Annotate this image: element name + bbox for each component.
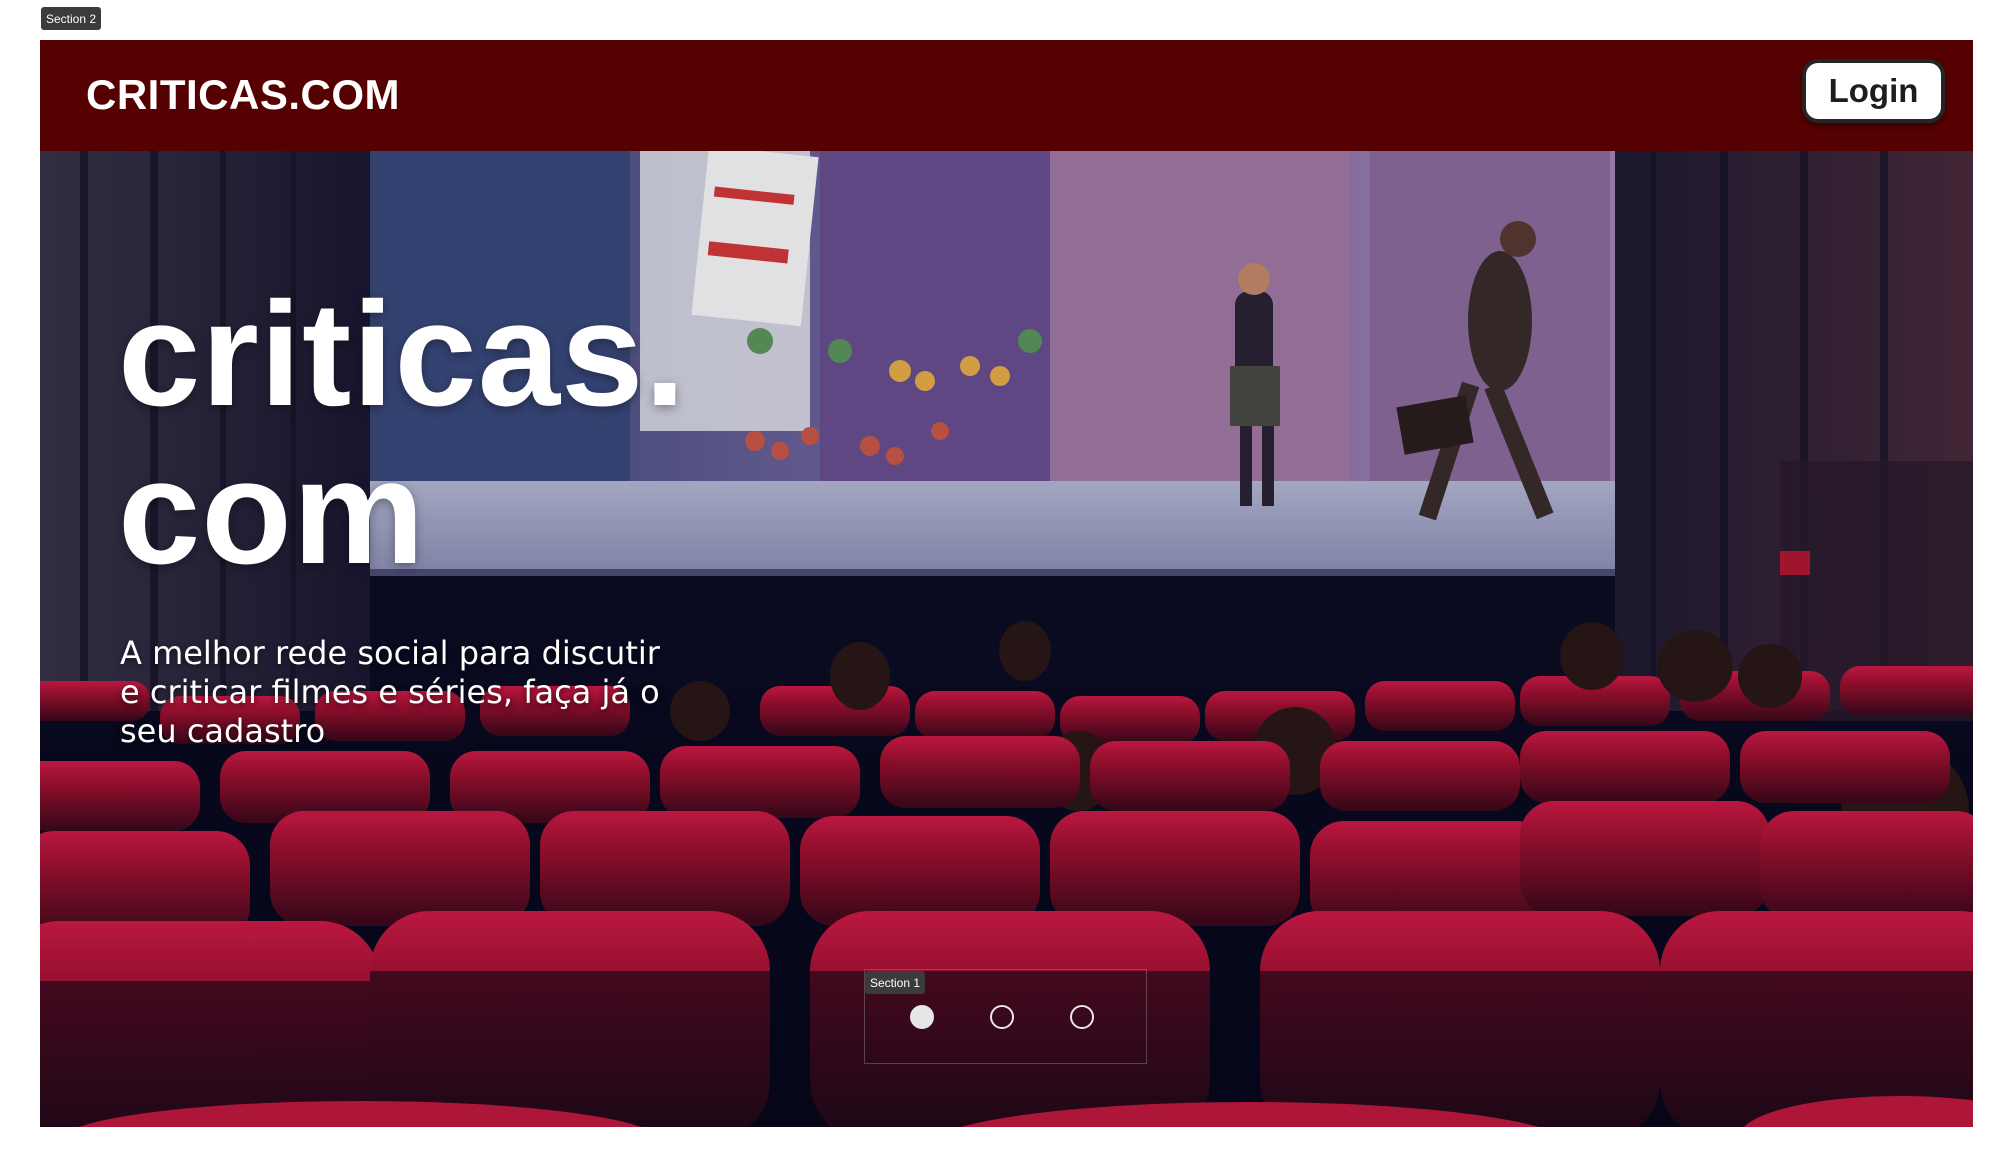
- top-navbar: CRITICAS.COM Login: [40, 40, 1973, 151]
- section-2-tag: Section 2: [41, 7, 102, 30]
- site-brand[interactable]: CRITICAS.COM: [86, 71, 400, 119]
- carousel-dot-2[interactable]: [990, 1005, 1014, 1029]
- login-button[interactable]: Login: [1802, 59, 1945, 123]
- carousel-indicators: [864, 969, 1147, 1064]
- hero-title-line-2: com: [118, 430, 426, 595]
- carousel-dot-3[interactable]: [1070, 1005, 1094, 1029]
- page-frame: CRITICAS.COM Login criticas. com A melho…: [40, 40, 1973, 1127]
- hero-section: criticas. com A melhor rede social para …: [40, 151, 1973, 1127]
- hero-subtitle: A melhor rede social para discutir e cri…: [120, 634, 660, 750]
- hero-title-line-1: criticas.: [118, 272, 687, 437]
- hero-title: criticas. com: [118, 276, 686, 592]
- carousel-dot-1[interactable]: [910, 1005, 934, 1029]
